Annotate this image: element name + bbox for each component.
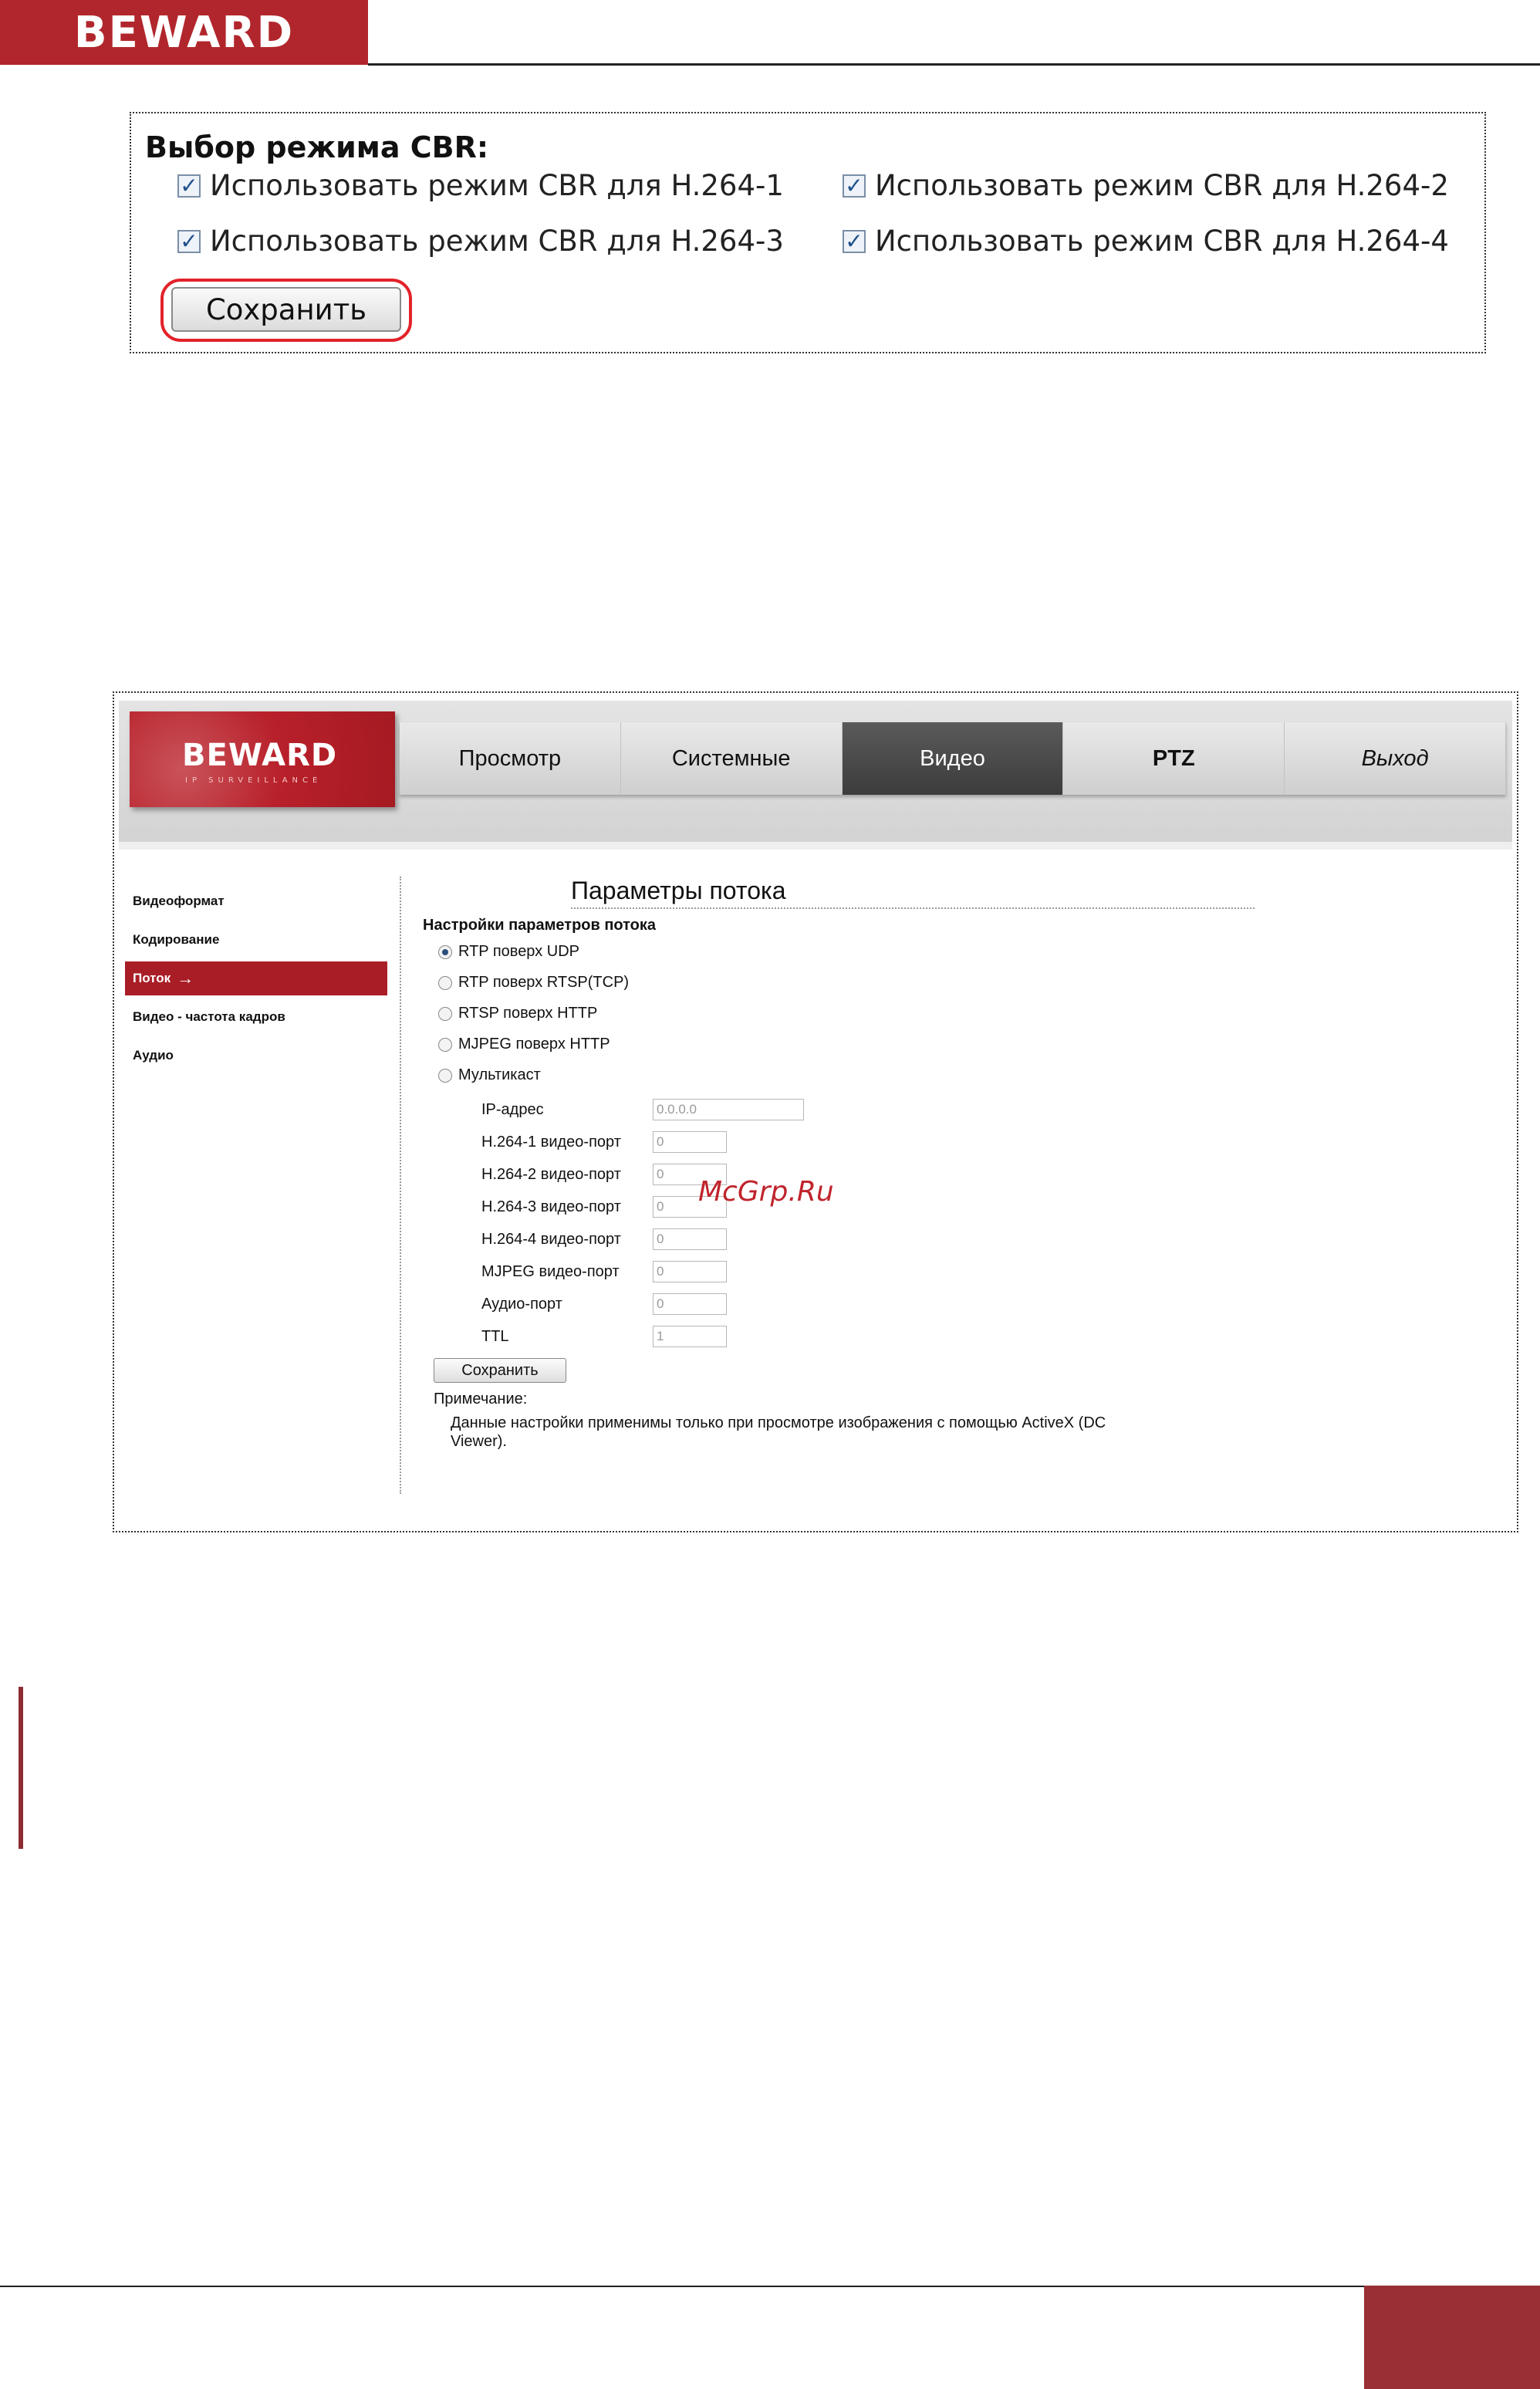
field-label: Аудио-порт (481, 1295, 562, 1313)
ttl-input[interactable] (653, 1326, 727, 1347)
field-label: H.264-1 видео-порт (481, 1133, 621, 1151)
margin-bar (19, 1687, 23, 1849)
cbr-checkbox-label: Использовать режим CBR для H.264-4 (875, 225, 1449, 258)
cbr-title: Выбор режима CBR: (145, 130, 489, 164)
footer-corner-block (1364, 2286, 1540, 2389)
radio-rtp-udp[interactable]: RTP поверх UDP (438, 943, 579, 961)
watermark: McGrp.Ru (698, 1176, 834, 1208)
radio-multicast[interactable]: Мультикаст (438, 1066, 541, 1084)
field-label: H.264-4 видео-порт (481, 1230, 621, 1248)
page-logo: BEWARD (0, 0, 368, 65)
radio-label: RTP поверх RTSP(TCP) (458, 974, 630, 991)
field-label: IP-адрес (481, 1100, 544, 1118)
app-logo: BEWARD IP SURVEILLANCE (130, 711, 395, 807)
stream-settings-screenshot: BEWARD IP SURVEILLANCE Просмотр Системны… (113, 691, 1518, 1532)
main-menu: Просмотр Системные Видео PTZ Выход (400, 722, 1506, 795)
field-label: TTL (481, 1327, 509, 1345)
cbr-panel: Выбор режима CBR: ✓ Использовать режим C… (130, 112, 1486, 353)
field-label: MJPEG видео-порт (481, 1262, 620, 1280)
cbr-checkbox-label: Использовать режим CBR для H.264-1 (210, 169, 784, 202)
audio-port-input[interactable] (653, 1293, 727, 1315)
sidebar-item-frame-rate[interactable]: Видео - частота кадров (125, 1000, 387, 1034)
app-logo-subtitle: IP SURVEILLANCE (185, 776, 323, 785)
radio-icon[interactable] (438, 1037, 452, 1052)
app-logo-text: BEWARD (182, 738, 338, 773)
radio-rtsp-http[interactable]: RTSP поверх HTTP (438, 1005, 597, 1022)
cbr-save-button[interactable]: Сохранить (171, 287, 401, 332)
arrow-right-icon: → (177, 968, 194, 988)
radio-icon[interactable] (438, 1006, 452, 1021)
note-text: Данные настройки применимы только при пр… (451, 1414, 1106, 1450)
save-button[interactable]: Сохранить (434, 1358, 566, 1383)
footer-rule (0, 2286, 1540, 2287)
page-logo-text: BEWARD (73, 7, 295, 58)
radio-mjpeg-http[interactable]: MJPEG поверх HTTP (438, 1036, 610, 1053)
radio-label: RTP поверх UDP (458, 943, 579, 960)
mjpeg-port-input[interactable] (653, 1261, 727, 1282)
tab-ptz[interactable]: PTZ (1063, 722, 1285, 795)
radio-rtp-rtsp[interactable]: RTP поверх RTSP(TCP) (438, 974, 629, 992)
sidebar-item-encoding[interactable]: Кодирование (125, 923, 387, 957)
sidebar-item-audio[interactable]: Аудио (125, 1039, 387, 1073)
cbr-checkbox-h264-2[interactable]: ✓ Использовать режим CBR для H.264-2 (843, 169, 1449, 202)
h264-1-port-input[interactable] (653, 1131, 727, 1153)
sidebar-item-stream[interactable]: Поток → (125, 961, 387, 995)
header-rule (368, 63, 1540, 66)
radio-label: Мультикаст (458, 1066, 541, 1083)
field-h264-1-port: H.264-1 видео-порт (481, 1131, 727, 1153)
radio-selected-icon[interactable] (438, 944, 452, 959)
radio-label: RTSP поверх HTTP (458, 1005, 598, 1022)
section-subtitle: Настройки параметров потока (423, 917, 657, 934)
sidebar-item-video-format[interactable]: Видеоформат (125, 884, 387, 918)
radio-label: MJPEG поверх HTTP (458, 1036, 610, 1053)
tab-view[interactable]: Просмотр (400, 722, 621, 795)
field-label: H.264-3 видео-порт (481, 1198, 621, 1215)
checkbox-checked-icon[interactable]: ✓ (177, 229, 201, 253)
tab-video[interactable]: Видео (842, 722, 1064, 795)
cbr-checkbox-h264-3[interactable]: ✓ Использовать режим CBR для H.264-3 (177, 225, 784, 258)
top-bar: BEWARD IP SURVEILLANCE Просмотр Системны… (119, 701, 1512, 842)
field-ttl: TTL (481, 1326, 727, 1347)
field-mjpeg-port: MJPEG видео-порт (481, 1261, 727, 1282)
field-ip-address: IP-адрес (481, 1099, 804, 1120)
checkbox-checked-icon[interactable]: ✓ (843, 174, 866, 198)
checkbox-checked-icon[interactable]: ✓ (177, 174, 201, 198)
page-title: Параметры потока (571, 877, 1255, 909)
cbr-checkbox-h264-1[interactable]: ✓ Использовать режим CBR для H.264-1 (177, 169, 784, 202)
field-audio-port: Аудио-порт (481, 1293, 727, 1315)
h264-4-port-input[interactable] (653, 1228, 727, 1250)
note-label: Примечание: (434, 1390, 528, 1407)
cbr-checkbox-label: Использовать режим CBR для H.264-2 (875, 169, 1449, 202)
cbr-checkbox-label: Использовать режим CBR для H.264-3 (210, 225, 784, 258)
radio-icon[interactable] (438, 975, 452, 990)
sub-bar (119, 842, 1512, 850)
checkbox-checked-icon[interactable]: ✓ (843, 229, 866, 253)
field-label: H.264-2 видео-порт (481, 1165, 621, 1183)
field-h264-2-port: H.264-2 видео-порт (481, 1164, 727, 1185)
field-h264-3-port: H.264-3 видео-порт (481, 1196, 727, 1218)
sidebar: Видеоформат Кодирование Поток → Видео - … (125, 884, 387, 1077)
radio-icon[interactable] (438, 1068, 452, 1083)
field-h264-4-port: H.264-4 видео-порт (481, 1228, 727, 1250)
tab-logout[interactable]: Выход (1285, 722, 1506, 795)
tab-system[interactable]: Системные (621, 722, 843, 795)
sidebar-item-label: Поток (133, 971, 171, 985)
ip-address-input[interactable] (653, 1099, 804, 1120)
sidebar-divider (400, 877, 401, 1494)
cbr-checkbox-h264-4[interactable]: ✓ Использовать режим CBR для H.264-4 (843, 225, 1449, 258)
